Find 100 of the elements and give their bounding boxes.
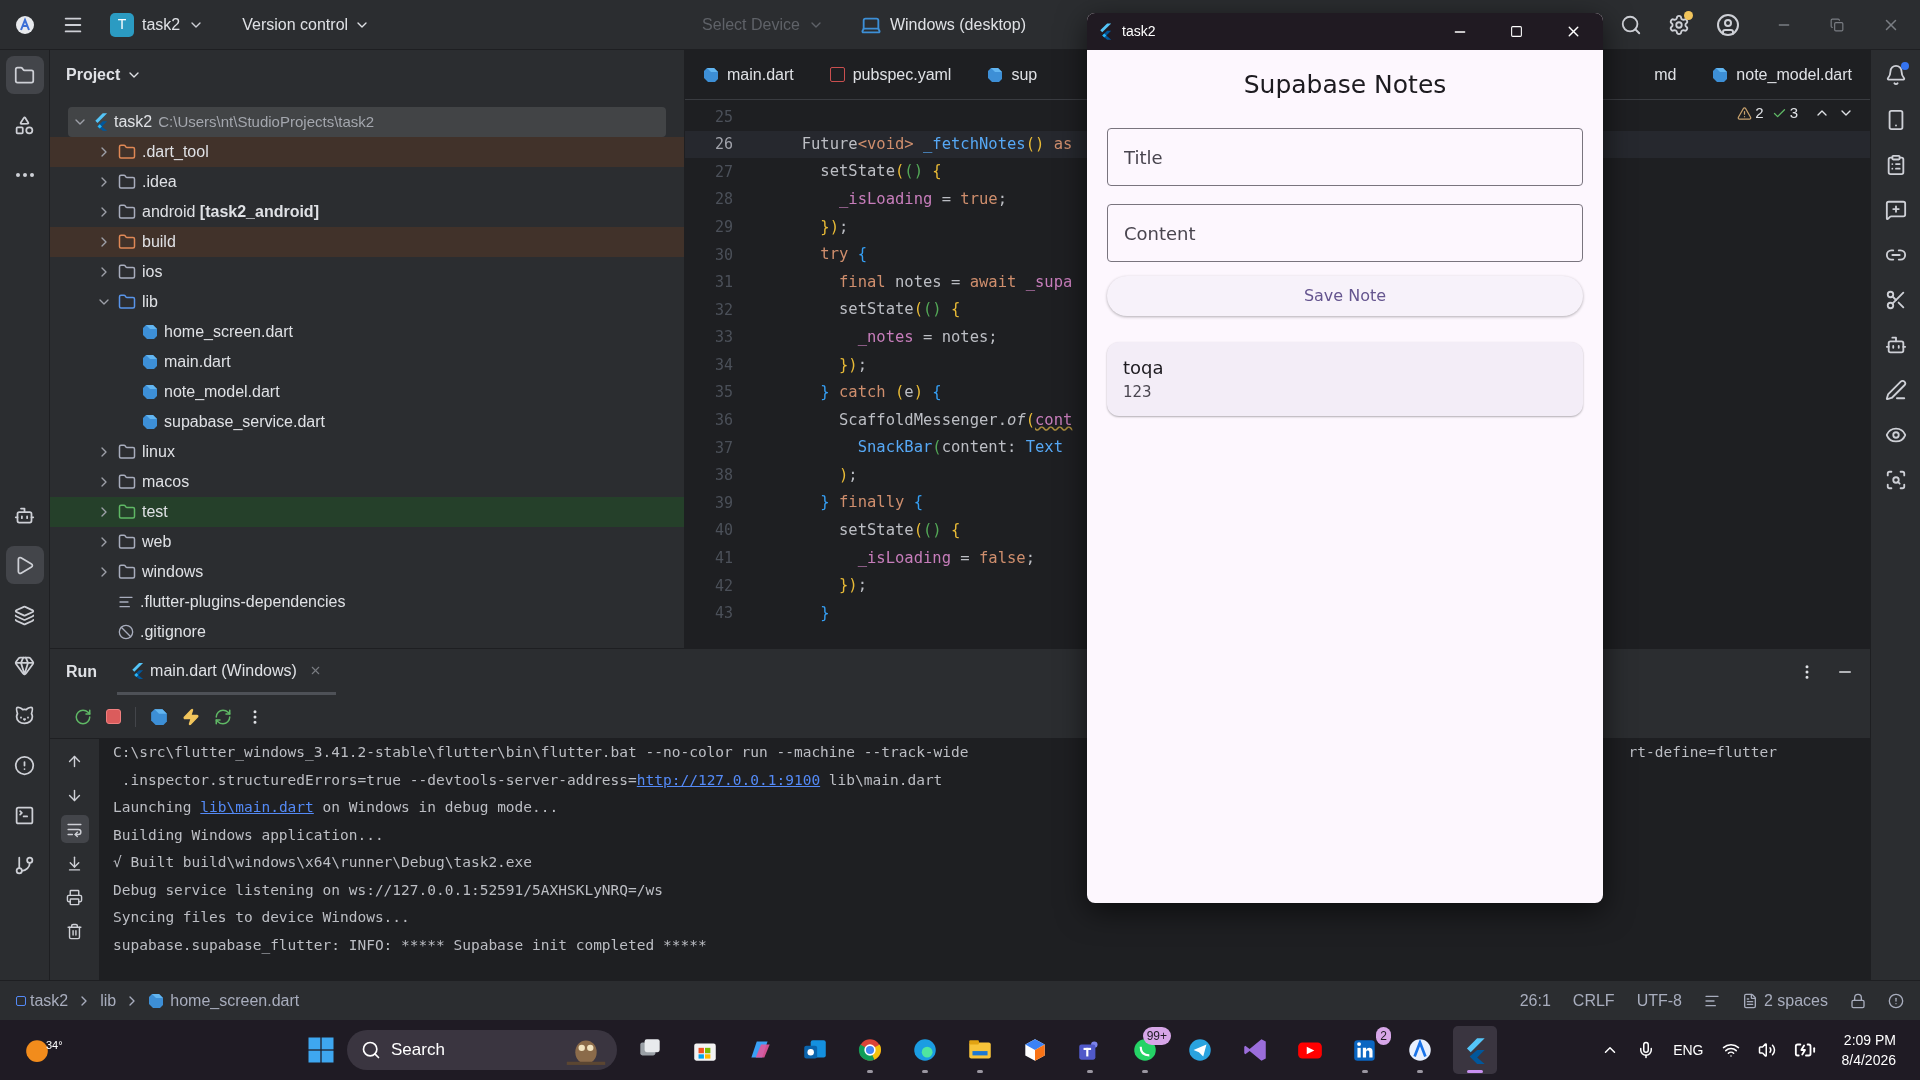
tree-item-label: task2: [114, 112, 153, 132]
folder-icon: [118, 503, 136, 521]
text-field[interactable]: Content: [1107, 204, 1583, 262]
tree-item[interactable]: .idea: [50, 167, 684, 197]
dart-file-icon: [142, 384, 158, 400]
editor-tab[interactable]: main.dart: [685, 50, 812, 99]
dart-file-icon: [150, 707, 168, 726]
folder-icon: [118, 233, 136, 251]
taskbar-app[interactable]: [1453, 1026, 1497, 1074]
search-icon[interactable]: [1620, 13, 1642, 36]
tree-item[interactable]: home_screen.dart: [50, 317, 684, 347]
notifications-icon[interactable]: [1884, 64, 1907, 86]
line-ending[interactable]: CRLF: [1572, 988, 1615, 1013]
editor-tab[interactable]: note_model.dart: [1694, 50, 1870, 99]
lock-icon[interactable]: [1850, 992, 1866, 1009]
services-icon: [14, 604, 35, 626]
console-link[interactable]: lib\main.dart: [200, 799, 314, 816]
start-icon[interactable]: [306, 1035, 336, 1065]
project-switcher[interactable]: T task2: [110, 12, 205, 37]
chat-icon[interactable]: [1884, 199, 1907, 221]
text-file-icon: [118, 594, 134, 610]
project-folder-button[interactable]: [5, 56, 44, 94]
text-field[interactable]: Title: [1107, 128, 1583, 186]
maximize-icon[interactable]: [1510, 25, 1523, 38]
tree-item[interactable]: lib: [50, 287, 684, 317]
warnings-indicator[interactable]: 2: [1737, 102, 1764, 125]
alert-icon[interactable]: [1888, 992, 1904, 1009]
weather-widget[interactable]: 34°: [24, 1037, 63, 1063]
tree-item[interactable]: .gitignore: [50, 617, 684, 647]
code-line: SnackBar(content: Text: [856, 437, 1063, 459]
tree-item-label: windows: [142, 562, 204, 582]
scissors-icon[interactable]: [1884, 289, 1907, 311]
editor-tab[interactable]: sup: [969, 50, 1056, 99]
volume-icon[interactable]: [1757, 1041, 1776, 1059]
soft-wrap-button[interactable]: [60, 815, 89, 843]
window-title: task2: [1122, 22, 1156, 41]
hot-restart-icon[interactable]: [214, 707, 232, 726]
caret-position[interactable]: 26:1: [1519, 988, 1551, 1013]
visual-studio-icon: [1241, 1036, 1269, 1064]
save-note-button[interactable]: Save Note: [1107, 276, 1583, 316]
folder-icon: [118, 203, 136, 221]
settings-icon[interactable]: [1668, 13, 1690, 36]
code-line: });: [838, 575, 867, 597]
wifi-icon[interactable]: [1721, 1041, 1740, 1059]
structure-icon: [14, 114, 35, 136]
tree-item[interactable]: supabase_service.dart: [50, 407, 684, 437]
indent-setting[interactable]: 2 spaces: [1741, 988, 1828, 1013]
input-language[interactable]: ENG: [1673, 1039, 1704, 1061]
checks-indicator[interactable]: 3: [1771, 102, 1798, 125]
run-target-selector[interactable]: Windows (desktop): [859, 12, 1026, 37]
account-icon[interactable]: [1716, 12, 1740, 37]
tree-item-label: .idea: [142, 172, 177, 192]
run-tab[interactable]: main.dart (Windows): [117, 649, 336, 695]
breadcrumb[interactable]: home_screen.dart: [170, 988, 300, 1013]
tree-item[interactable]: task2 C:\Users\nt\StudioProjects\task2: [68, 107, 666, 137]
tree-item[interactable]: main.dart: [50, 347, 684, 377]
code-line: _isLoading = true;: [838, 188, 1007, 210]
tree-item[interactable]: macos: [50, 467, 684, 497]
tree-item[interactable]: .dart_tool: [50, 137, 684, 167]
tree-item[interactable]: web: [50, 527, 684, 557]
file-encoding[interactable]: UTF-8: [1636, 988, 1682, 1013]
tree-item-label: ios: [142, 262, 163, 282]
panel-title[interactable]: Project: [66, 63, 121, 87]
robot-icon[interactable]: [1884, 334, 1907, 356]
code-line: try {: [819, 244, 867, 266]
version-control-menu[interactable]: Version control: [242, 12, 371, 37]
note-card[interactable]: toqa 123: [1107, 342, 1583, 416]
tree-item[interactable]: android [task2_android]: [50, 197, 684, 227]
lightning-icon[interactable]: [182, 707, 200, 726]
folder-icon: [118, 533, 136, 551]
code-line: _isLoading = false;: [856, 547, 1035, 569]
restart-icon[interactable]: [74, 707, 92, 726]
dart-file-icon: [1712, 66, 1729, 83]
clock[interactable]: 2:09 PM 8/4/2026: [1841, 1030, 1896, 1070]
tree-item[interactable]: windows: [50, 557, 684, 587]
pen-icon[interactable]: [1884, 379, 1907, 401]
tree-item[interactable]: build: [50, 227, 684, 257]
scan-icon[interactable]: [1884, 469, 1907, 491]
editor-tab[interactable]: md: [1636, 50, 1695, 99]
tree-item[interactable]: ios: [50, 257, 684, 287]
module-icon: [16, 995, 26, 1006]
restore-icon[interactable]: [1830, 17, 1844, 32]
code-line: Future<void> _fetchNotes() as: [800, 133, 1073, 155]
problems-icon: [14, 754, 35, 776]
console-link[interactable]: http://127.0.0.1:9100: [636, 771, 821, 788]
tree-item[interactable]: .flutter-plugins-dependencies: [50, 587, 684, 617]
tree-item-label: lib: [142, 292, 158, 312]
yaml-file-icon: [829, 67, 845, 82]
breadcrumb[interactable]: task2: [30, 988, 69, 1013]
editor-tab[interactable]: pubspec.yaml: [811, 50, 970, 99]
tree-item[interactable]: linux: [50, 437, 684, 467]
console-line: .inspector.structuredErrors=true --devtools-server-address=http://127.0.0.1:9100 lib\main.dart: [120, 770, 943, 790]
tree-item[interactable]: note_model.dart: [50, 377, 684, 407]
terminal-icon: [14, 804, 35, 826]
run-button[interactable]: [5, 546, 44, 584]
folder-icon: [118, 293, 136, 311]
search-box[interactable]: Search: [347, 1030, 617, 1070]
tree-item[interactable]: test: [50, 497, 684, 527]
breadcrumb[interactable]: lib: [100, 988, 117, 1013]
running-indicator: [1467, 1070, 1483, 1073]
